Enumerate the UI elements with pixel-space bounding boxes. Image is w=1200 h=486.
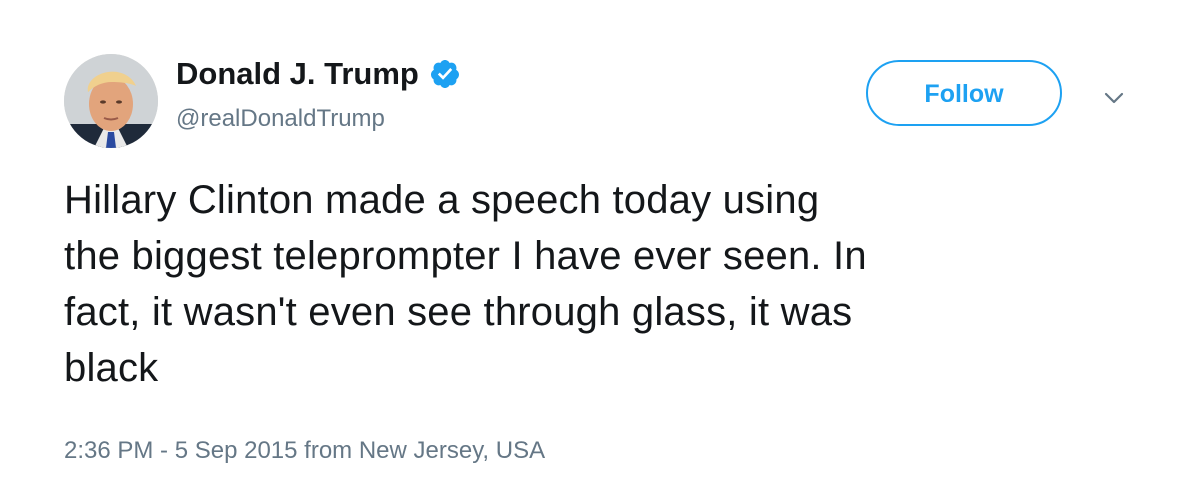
- author-handle[interactable]: @realDonaldTrump: [176, 104, 385, 134]
- tweet-text: Hillary Clinton made a speech today usin…: [64, 172, 1144, 396]
- author-avatar[interactable]: [64, 54, 158, 148]
- verified-badge-icon: [429, 58, 461, 90]
- author-display-name[interactable]: Donald J. Trump: [176, 56, 419, 92]
- avatar-image: [64, 54, 158, 148]
- chevron-down-icon[interactable]: [1098, 82, 1130, 114]
- author-name-row[interactable]: Donald J. Trump: [176, 56, 461, 92]
- tweet-card: Donald J. Trump @realDonaldTrump Follow …: [0, 0, 1200, 486]
- tweet-text-line: the biggest teleprompter I have ever see…: [64, 234, 867, 278]
- tweet-timestamp[interactable]: 2:36 PM - 5 Sep 2015 from New Jersey, US…: [64, 436, 545, 466]
- follow-button[interactable]: Follow: [866, 60, 1062, 126]
- tweet-text-line: Hillary Clinton made a speech today usin…: [64, 178, 820, 222]
- tweet-text-line: fact, it wasn't even see through glass, …: [64, 290, 853, 334]
- tweet-text-line: black: [64, 346, 159, 390]
